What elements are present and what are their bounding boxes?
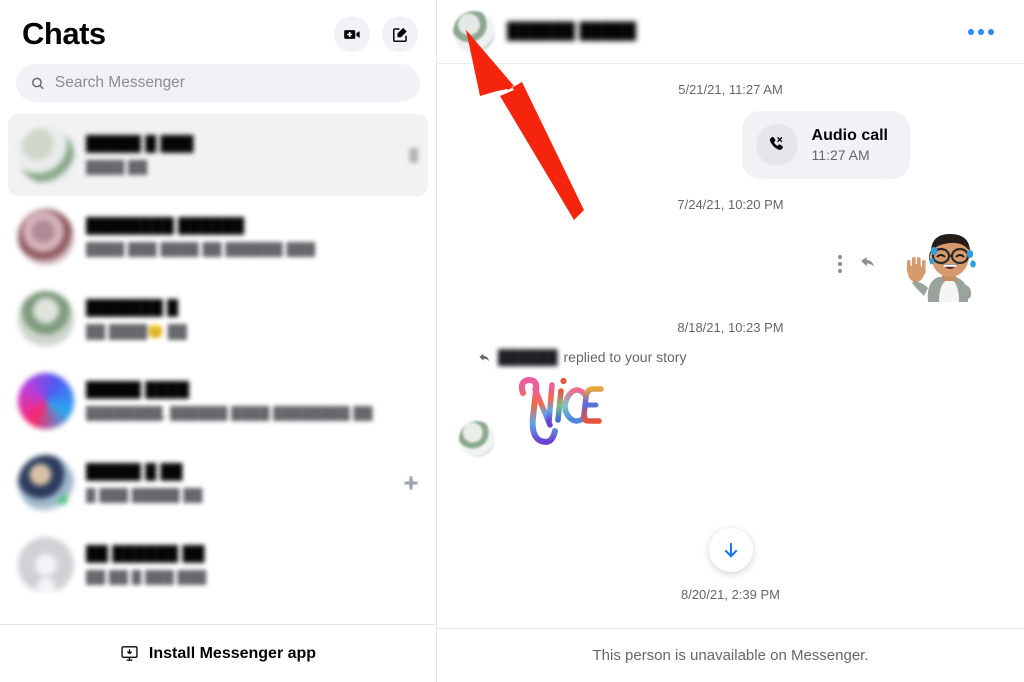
dot <box>838 269 842 273</box>
chats-sidebar: Chats Search Messenger █████ █ ███ ████ … <box>0 0 437 682</box>
avatar-sticker-laughing[interactable] <box>894 226 986 302</box>
story-reply-text: replied to your story <box>563 349 687 365</box>
chat-text: █████ █ ██ █ ███ █████ ██ <box>86 463 392 503</box>
chat-item-name: █████ █ ███ <box>86 135 194 152</box>
contact-avatar[interactable] <box>453 10 495 53</box>
chat-text: ██ ██████ ██ ██ ██ █ ███ ███ <box>86 545 418 585</box>
message-list: 5/21/21, 11:27 AM Audio call 11:27 AM 7/… <box>437 64 1024 628</box>
contact-name: ██████ █████ <box>507 22 637 40</box>
chat-list-item[interactable]: ██ ██████ ██ ██ ██ █ ███ ███ <box>8 524 428 606</box>
more-options-icon[interactable] <box>960 21 1002 43</box>
dot <box>978 28 984 35</box>
chat-avatar <box>18 291 74 347</box>
new-video-chat-button[interactable] <box>334 16 370 52</box>
page-title: Chats <box>22 16 106 51</box>
chat-item-preview: ████ ██ <box>86 160 148 175</box>
chat-item-preview: ████████, ██████ ████ ████████ ██ <box>86 406 373 421</box>
timestamp-divider: 8/18/21, 10:23 PM <box>677 320 784 335</box>
dot <box>968 28 974 35</box>
chat-item-name: ███████ █ <box>86 298 179 316</box>
message-options-icon[interactable] <box>838 255 842 273</box>
video-camera-plus-icon <box>343 29 360 39</box>
scroll-to-bottom-button[interactable] <box>708 528 753 572</box>
chat-text: ███████ █ ██ ████😊 ██ <box>86 299 418 340</box>
missed-call-icon-wrap <box>755 124 798 166</box>
messenger-app: Chats Search Messenger █████ █ ███ ████ … <box>0 0 1024 682</box>
chat-avatar <box>18 209 74 265</box>
call-time: 11:27 AM <box>811 147 870 163</box>
conversation-panel: ██████ █████ 5/21/21, 11:27 AM Audio cal… <box>437 0 1024 682</box>
reply-arrow-icon[interactable] <box>858 252 878 277</box>
message-row <box>459 371 1002 457</box>
contact-identity[interactable]: ██████ █████ <box>453 10 637 53</box>
chat-text: █████ █ ███ ████ ██ <box>86 135 397 175</box>
chat-item-preview: ██ ██ █ ███ ███ <box>86 570 207 585</box>
message-row: Audio call 11:27 AM <box>459 111 1002 179</box>
chat-text: █████ ████ ████████, ██████ ████ ████████… <box>86 381 418 421</box>
compose-button[interactable] <box>382 16 418 52</box>
message-hover-controls <box>838 252 878 277</box>
chat-avatar <box>18 537 74 593</box>
dot <box>838 255 842 259</box>
unavailable-notice: This person is unavailable on Messenger. <box>437 628 1024 682</box>
reply-arrow-icon <box>479 353 489 361</box>
audio-call-message[interactable]: Audio call 11:27 AM <box>741 111 910 179</box>
timestamp-divider: 8/20/21, 2:39 PM <box>680 587 780 602</box>
sidebar-actions <box>334 16 418 52</box>
chat-avatar <box>18 127 74 183</box>
chat-item-name: █████ █ ██ <box>86 463 183 480</box>
timestamp-divider: 7/24/21, 10:20 PM <box>677 197 784 212</box>
chat-item-preview: █ ███ █████ ██ <box>86 488 203 503</box>
chat-list-item[interactable]: █████ █ ██ █ ███ █████ ██ <box>8 442 428 524</box>
chat-item-name: ██ ██████ ██ <box>86 545 205 562</box>
chat-avatar <box>18 455 74 511</box>
install-messenger-app-button[interactable]: Install Messenger app <box>0 624 436 682</box>
timestamp-divider: 5/21/21, 11:27 AM <box>678 82 783 97</box>
monitor-download-icon <box>121 646 138 661</box>
search-box[interactable] <box>16 64 420 102</box>
chat-item-meta: █ <box>409 148 418 162</box>
chat-item-name: █████ ████ <box>86 381 190 398</box>
chat-item-preview: ██ ████😊 ██ <box>86 323 187 339</box>
search-container <box>0 60 436 112</box>
chat-list-item[interactable]: ████████ ██████ ████ ███ ████ ██ ██████ █… <box>8 196 428 278</box>
arrow-down-icon <box>724 543 737 558</box>
nice-sticker[interactable] <box>505 371 615 457</box>
missed-call-icon <box>769 136 783 150</box>
chat-list-item[interactable]: ███████ █ ██ ████😊 ██ <box>8 278 428 360</box>
chat-item-badge <box>404 476 418 490</box>
chat-text: ████████ ██████ ████ ███ ████ ██ ██████ █… <box>86 217 418 257</box>
chat-avatar <box>18 373 74 429</box>
story-reply-author: ██████ <box>498 349 558 365</box>
sender-avatar[interactable] <box>459 421 495 457</box>
chat-item-preview: ████ ███ ████ ██ ██████ ███ <box>86 242 316 257</box>
search-input[interactable] <box>54 74 406 92</box>
dot <box>988 28 994 35</box>
message-row <box>459 226 1002 302</box>
story-reply-label: ██████ replied to your story <box>477 349 1002 365</box>
search-icon <box>32 77 44 89</box>
compose-pencil-icon <box>392 27 407 42</box>
active-badge <box>57 494 72 509</box>
call-text: Audio call 11:27 AM <box>812 127 888 163</box>
conversation-header: ██████ █████ <box>437 0 1024 64</box>
call-title: Audio call <box>811 127 888 144</box>
chat-list-item[interactable]: █████ █ ███ ████ ██ █ <box>8 114 428 196</box>
install-label: Install Messenger app <box>148 644 317 662</box>
chat-list: █████ █ ███ ████ ██ █ ████████ ██████ ████ █… <box>0 112 436 624</box>
chat-list-item[interactable]: █████ ████ ████████, ██████ ████ ████████… <box>8 360 428 442</box>
dot <box>838 262 842 266</box>
chat-item-name: ████████ ██████ <box>86 217 245 234</box>
sidebar-header: Chats <box>0 0 436 60</box>
